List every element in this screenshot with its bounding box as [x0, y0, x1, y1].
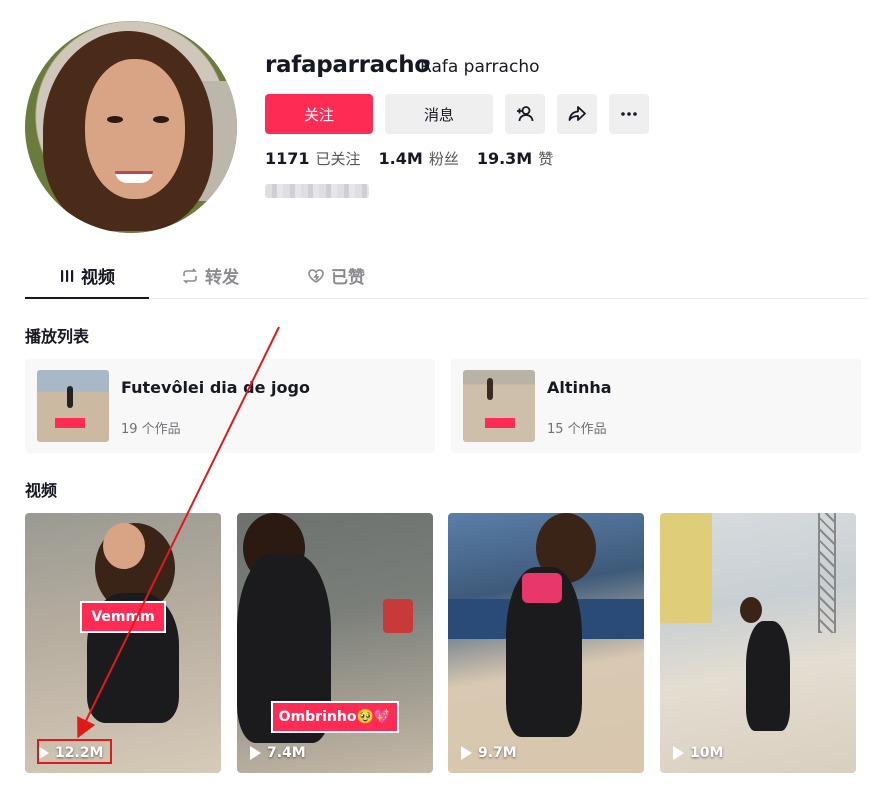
more-options-button[interactable]: [609, 94, 649, 134]
playlist-card[interactable]: Altinha 15 个作品: [451, 359, 861, 453]
playlist-thumbnail: [37, 370, 109, 442]
video-view-count: 10M: [673, 745, 723, 761]
add-user-icon: [517, 106, 534, 122]
playlists-heading: 播放列表: [25, 327, 90, 346]
profile-username: rafaparracho: [265, 52, 430, 78]
tab-liked[interactable]: 已赞: [307, 263, 365, 288]
share-icon: [568, 106, 586, 121]
heart-icon: [308, 268, 324, 283]
video-card[interactable]: Vemmm 12.2M: [25, 513, 221, 773]
playlist-card[interactable]: Futevôlei dia de jogo 19 个作品: [25, 359, 435, 453]
profile-nickname: Rafa parracho: [420, 57, 540, 77]
stat-followers[interactable]: 1.4M 粉丝: [379, 148, 459, 169]
add-friend-button[interactable]: [505, 94, 545, 134]
active-tab-indicator: [25, 297, 149, 299]
video-view-count: 9.7M: [461, 745, 517, 761]
playlist-thumbnail: [463, 370, 535, 442]
profile-bio-blurred: [265, 184, 369, 198]
play-icon: [250, 746, 261, 760]
profile-tabs: 视频 转发 已赞: [25, 255, 867, 299]
follow-button[interactable]: 关注: [265, 94, 373, 134]
grid-icon: [61, 269, 74, 282]
following-count: 1171: [265, 149, 310, 168]
tab-liked-label: 已赞: [331, 268, 365, 288]
likes-count: 19.3M: [476, 149, 533, 168]
videos-heading: 视频: [25, 481, 58, 500]
followers-count: 1.4M: [378, 149, 423, 168]
profile-avatar: [25, 21, 237, 233]
followers-label: 粉丝: [428, 150, 459, 168]
playlist-name: Altinha: [547, 378, 612, 397]
video-caption: Vemmm: [80, 601, 166, 633]
more-icon: [621, 112, 637, 116]
video-card[interactable]: 9.7M: [448, 513, 644, 773]
likes-label: 赞: [538, 150, 554, 168]
video-caption: Ombrinho🥹💖: [271, 701, 399, 733]
play-icon: [461, 746, 472, 760]
tab-reposts[interactable]: 转发: [181, 263, 239, 288]
stat-likes: 19.3M 赞: [477, 148, 553, 169]
share-button[interactable]: [557, 94, 597, 134]
message-button[interactable]: 消息: [385, 94, 493, 134]
following-label: 已关注: [315, 150, 361, 168]
video-view-count: 7.4M: [250, 745, 306, 761]
annotation-highlight-box: [37, 739, 112, 764]
tab-videos[interactable]: 视频: [59, 263, 115, 288]
playlist-name: Futevôlei dia de jogo: [121, 378, 310, 397]
video-card[interactable]: Ombrinho🥹💖 7.4M: [237, 513, 433, 773]
play-icon: [673, 746, 684, 760]
repost-icon: [183, 267, 197, 284]
playlist-count: 15 个作品: [547, 422, 607, 437]
playlist-count: 19 个作品: [121, 422, 181, 437]
tab-reposts-label: 转发: [205, 268, 239, 288]
profile-stats: 1171 已关注 1.4M 粉丝 19.3M 赞: [265, 148, 553, 169]
stat-following[interactable]: 1171 已关注: [265, 148, 361, 169]
tab-videos-label: 视频: [81, 268, 115, 288]
video-card[interactable]: 10M: [660, 513, 856, 773]
